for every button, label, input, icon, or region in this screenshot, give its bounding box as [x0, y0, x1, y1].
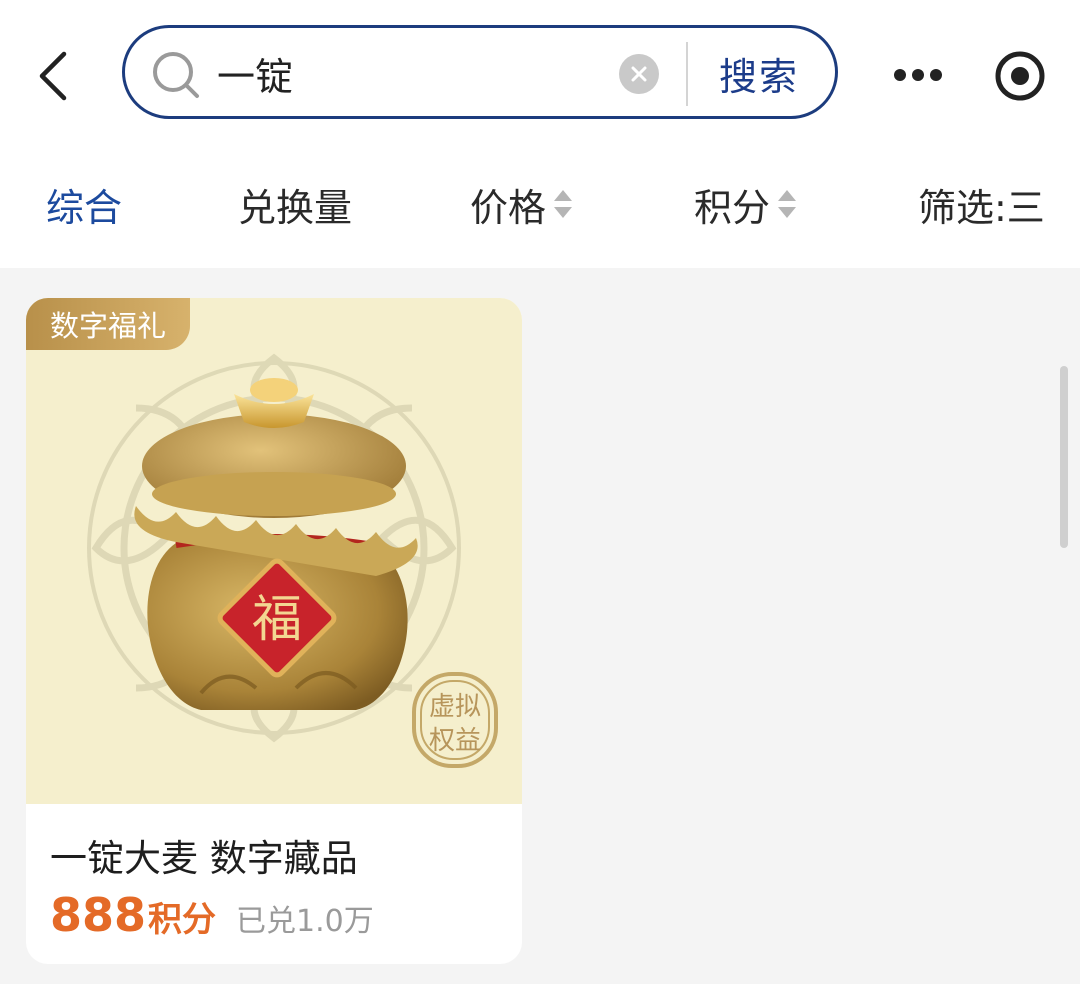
tab-label: 积分 — [694, 185, 771, 230]
tab-price[interactable]: 价格 — [470, 176, 574, 232]
clear-search-button[interactable] — [619, 54, 659, 94]
tab-filter[interactable]: 筛选:三 — [918, 176, 1045, 232]
search-icon — [153, 52, 199, 98]
redeemed-count: 已兑1.0万 — [236, 904, 374, 939]
back-button[interactable] — [26, 44, 80, 108]
target-icon[interactable] — [994, 50, 1046, 102]
search-box[interactable]: 搜索 — [122, 25, 838, 119]
sort-arrows-icon — [778, 190, 797, 218]
back-arrow-icon — [39, 51, 67, 101]
tab-label: 兑换量 — [238, 185, 353, 230]
product-card[interactable]: 福 虚拟 权益 数字福礼 一锭大麦 数字藏品 888 积分 已兑1.0万 — [26, 298, 522, 964]
virtual-rights-stamp: 虚拟 权益 — [412, 672, 498, 768]
tab-label: 综合 — [46, 185, 123, 230]
lucky-bag-illustration: 福 虚拟 权益 — [87, 353, 498, 768]
price-value: 888 — [50, 888, 147, 942]
tab-redeem-count[interactable]: 兑换量 — [238, 176, 352, 232]
tab-label: 筛选:三 — [918, 185, 1045, 230]
more-button[interactable] — [888, 55, 948, 95]
stamp-line2: 权益 — [429, 726, 481, 756]
search-divider — [686, 42, 688, 106]
tab-points[interactable]: 积分 — [694, 176, 798, 232]
product-title: 一锭大麦 数字藏品 — [50, 837, 358, 880]
tab-comprehensive[interactable]: 综合 — [46, 176, 122, 232]
search-button[interactable]: 搜索 — [701, 42, 817, 104]
clear-icon — [631, 66, 647, 82]
product-image: 福 虚拟 权益 数字福礼 — [26, 298, 522, 804]
price-unit: 积分 — [148, 900, 217, 940]
scrollbar[interactable] — [1060, 366, 1068, 548]
search-input[interactable] — [217, 42, 607, 104]
more-dots-icon — [894, 69, 942, 81]
sort-arrows-icon — [554, 190, 573, 218]
stamp-line1: 虚拟 — [429, 692, 481, 722]
top-bar: 搜索 综合 兑换量 价格 积分 筛选:三 — [0, 0, 1080, 268]
product-badge: 数字福礼 — [26, 298, 191, 350]
price-row: 888 积分 已兑1.0万 — [50, 888, 374, 948]
tab-label: 价格 — [470, 185, 547, 230]
fu-emblem: 福 — [252, 590, 302, 648]
